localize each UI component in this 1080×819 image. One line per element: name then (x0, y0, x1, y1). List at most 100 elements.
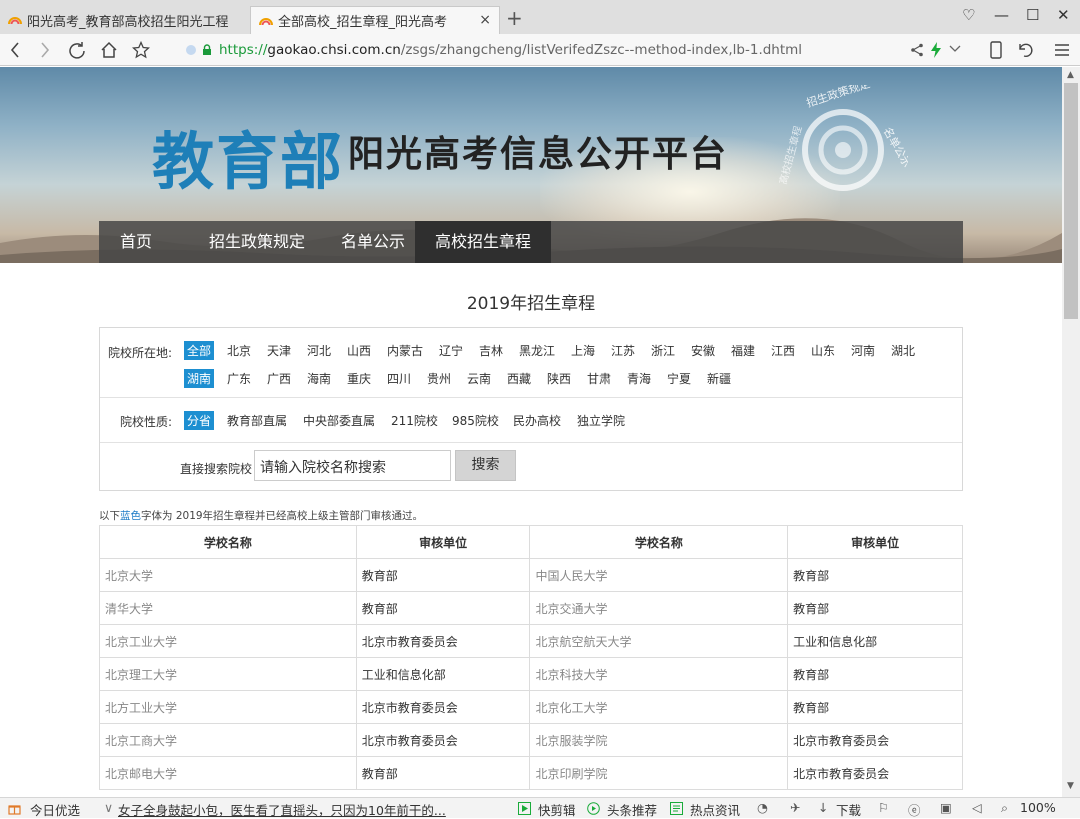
skin-icon[interactable]: ♡ (962, 6, 975, 24)
filter-option[interactable]: 云南 (464, 369, 494, 388)
scroll-down-icon[interactable]: ▼ (1067, 781, 1074, 791)
scroll-up-icon[interactable]: ▲ (1067, 70, 1074, 80)
search-button[interactable]: 搜索 (455, 450, 516, 481)
filter-option[interactable]: 山西 (344, 341, 374, 360)
filter-option[interactable]: 青海 (624, 369, 654, 388)
new-tab-button[interactable]: + (506, 8, 523, 28)
download-button[interactable]: 下载 (836, 800, 861, 819)
filter-option[interactable]: 宁夏 (664, 369, 694, 388)
scrollbar-thumb[interactable] (1064, 83, 1078, 319)
zoom-icon[interactable]: ⌕ (1001, 800, 1008, 816)
filter-option[interactable]: 河北 (304, 341, 334, 360)
filter-option[interactable]: 海南 (304, 369, 334, 388)
share-icon[interactable] (910, 43, 924, 57)
school-name-link[interactable]: 北京化工大学 (529, 690, 789, 724)
school-name-link[interactable]: 北京工业大学 (99, 624, 357, 658)
filter-option[interactable]: 辽宁 (436, 341, 466, 360)
filter-option[interactable]: 上海 (568, 341, 598, 360)
quick-edit-button[interactable]: 快剪辑 (538, 800, 576, 819)
school-name-link[interactable]: 清华大学 (99, 591, 357, 625)
school-name-link[interactable]: 北京大学 (99, 558, 357, 592)
filter-option[interactable]: 教育部直属 (224, 411, 290, 430)
school-name-link[interactable]: 北京理工大学 (99, 657, 357, 691)
filter-option[interactable]: 民办高校 (510, 411, 564, 430)
chevron-down-icon[interactable] (949, 45, 961, 53)
window-icon[interactable]: ▣ (940, 800, 952, 815)
school-name-link[interactable]: 北京工商大学 (99, 723, 357, 757)
filter-option[interactable]: 985院校 (449, 411, 502, 430)
download-icon[interactable]: ↓ (818, 800, 828, 815)
filter-option-selected[interactable]: 湖南 (184, 369, 215, 388)
forward-icon[interactable] (40, 42, 50, 58)
school-name-link[interactable]: 中国人民大学 (529, 558, 789, 592)
filter-option[interactable]: 陕西 (544, 369, 574, 388)
filter-option[interactable]: 西藏 (504, 369, 534, 388)
filter-option[interactable]: 独立学院 (574, 411, 628, 430)
volume-icon[interactable]: ◁ (972, 800, 982, 815)
flag-icon[interactable]: ⚐ (878, 800, 889, 815)
school-name-link[interactable]: 北京印刷学院 (529, 756, 789, 790)
nav-home[interactable]: 首页 (99, 221, 173, 263)
school-name-link[interactable]: 北京服装学院 (529, 723, 789, 757)
pin-icon[interactable]: ✈ (790, 800, 800, 815)
news-headline-link[interactable]: 女子全身鼓起小包，医生看了直摇头，只因为10年前干的... (118, 800, 446, 819)
site-logo-subtitle[interactable]: 阳光高考信息公开平台 (348, 125, 728, 177)
nav-policy[interactable]: 招生政策规定 (173, 221, 341, 263)
minimize-button[interactable]: — (994, 6, 1009, 24)
filter-option[interactable]: 湖北 (888, 341, 918, 360)
nav-lists[interactable]: 名单公示 (325, 221, 421, 263)
site-logo-main[interactable]: 教育部 (152, 111, 344, 201)
maximize-button[interactable]: ☐ (1026, 6, 1039, 24)
school-name-link[interactable]: 北京邮电大学 (99, 756, 357, 790)
lightning-icon[interactable] (930, 42, 942, 58)
hot-news-button[interactable]: 热点资讯 (690, 800, 740, 819)
filter-option[interactable]: 江苏 (608, 341, 638, 360)
phone-icon[interactable] (990, 41, 1002, 59)
filter-option[interactable]: 四川 (384, 369, 414, 388)
browser-tab-1[interactable]: 阳光高考_教育部高校招生阳光工程 (0, 6, 246, 34)
filter-option[interactable]: 新疆 (704, 369, 734, 388)
close-tab-icon[interactable]: × (479, 12, 491, 28)
menu-icon[interactable] (1054, 43, 1070, 57)
back-icon[interactable] (10, 42, 20, 58)
nav-admission-rules[interactable]: 高校招生章程 (415, 221, 551, 263)
school-name-link[interactable]: 北京航空航天大学 (529, 624, 789, 658)
page-scrollbar[interactable]: ▲ ▼ (1062, 67, 1080, 797)
filter-option[interactable]: 山东 (808, 341, 838, 360)
undo-icon[interactable] (1016, 42, 1036, 58)
school-search-input[interactable]: 请输入院校名称搜索 (254, 450, 451, 481)
school-name-link[interactable]: 北京科技大学 (529, 657, 789, 691)
filter-option[interactable]: 黑龙江 (516, 341, 558, 360)
filter-option[interactable]: 浙江 (648, 341, 678, 360)
filter-option[interactable]: 贵州 (424, 369, 454, 388)
browser-icon[interactable]: ◔ (757, 800, 768, 815)
filter-option[interactable]: 211院校 (388, 411, 441, 430)
filter-option[interactable]: 江西 (768, 341, 798, 360)
school-name-link[interactable]: 北京交通大学 (529, 591, 789, 625)
url-field[interactable]: https://gaokao.chsi.com.cn/zsgs/zhangche… (219, 42, 802, 58)
filter-option-selected[interactable]: 分省 (184, 411, 215, 430)
filter-option[interactable]: 北京 (224, 341, 254, 360)
headline-recommend-button[interactable]: 头条推荐 (607, 800, 657, 819)
ie-icon[interactable]: ⓔ (908, 800, 921, 819)
filter-option[interactable]: 安徽 (688, 341, 718, 360)
filter-option[interactable]: 广东 (224, 369, 254, 388)
school-name-link[interactable]: 北方工业大学 (99, 690, 357, 724)
filter-option[interactable]: 河南 (848, 341, 878, 360)
filter-option-selected[interactable]: 全部 (184, 341, 215, 360)
filter-option[interactable]: 内蒙古 (384, 341, 426, 360)
filter-option[interactable]: 吉林 (476, 341, 506, 360)
star-icon[interactable] (132, 41, 150, 59)
filter-option[interactable]: 甘肃 (584, 369, 614, 388)
filter-option[interactable]: 广西 (264, 369, 294, 388)
filter-option[interactable]: 重庆 (344, 369, 374, 388)
filter-option[interactable]: 福建 (728, 341, 758, 360)
reload-icon[interactable] (68, 41, 86, 59)
filter-option[interactable]: 天津 (264, 341, 294, 360)
browser-tab-2-active[interactable]: 全部高校_招生章程_阳光高考 × (250, 6, 500, 34)
today-picks-link[interactable]: 今日优选 (30, 800, 80, 819)
home-icon[interactable] (100, 41, 118, 59)
filter-option[interactable]: 中央部委直属 (300, 411, 378, 430)
close-window-button[interactable]: ✕ (1057, 6, 1070, 24)
zoom-level[interactable]: 100% (1020, 800, 1056, 815)
